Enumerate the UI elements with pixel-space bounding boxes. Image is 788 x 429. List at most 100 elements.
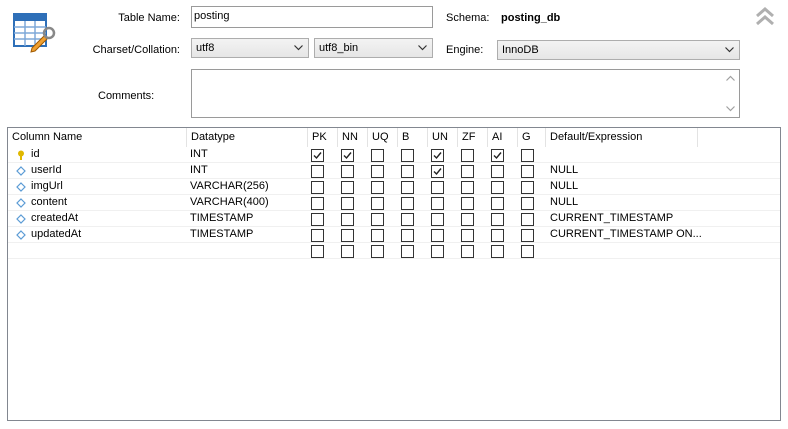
flag-checkbox-ai[interactable] xyxy=(491,245,504,258)
flag-checkbox-uq[interactable] xyxy=(371,165,384,178)
scroll-down-icon[interactable] xyxy=(726,106,735,112)
flag-checkbox-uq[interactable] xyxy=(371,181,384,194)
column-header[interactable]: Datatype xyxy=(187,128,308,147)
column-name-cell[interactable]: content xyxy=(31,195,67,211)
flag-checkbox-pk[interactable] xyxy=(311,229,324,242)
flag-checkbox-un[interactable] xyxy=(431,181,444,194)
column-name-cell[interactable]: imgUrl xyxy=(31,179,63,195)
flag-checkbox-un[interactable] xyxy=(431,229,444,242)
column-header[interactable]: G xyxy=(518,128,546,147)
flag-checkbox-zf[interactable] xyxy=(461,197,474,210)
flag-checkbox-un[interactable] xyxy=(431,213,444,226)
flag-checkbox-uq[interactable] xyxy=(371,149,384,162)
flag-checkbox-zf[interactable] xyxy=(461,165,474,178)
flag-checkbox-g[interactable] xyxy=(521,213,534,226)
column-header[interactable]: NN xyxy=(338,128,368,147)
collapse-panel-icon[interactable] xyxy=(754,6,776,28)
flag-checkbox-ai[interactable] xyxy=(491,181,504,194)
datatype-cell[interactable]: INT xyxy=(190,147,208,163)
datatype-cell[interactable]: VARCHAR(400) xyxy=(190,195,269,211)
flag-checkbox-g[interactable] xyxy=(521,149,534,162)
table-name-input[interactable]: posting xyxy=(191,6,433,28)
engine-select[interactable]: InnoDB xyxy=(497,40,740,60)
comments-textarea[interactable] xyxy=(191,69,740,118)
default-expression-cell[interactable]: CURRENT_TIMESTAMP ON... xyxy=(550,227,702,243)
flag-checkbox-uq[interactable] xyxy=(371,229,384,242)
flag-checkbox-ai[interactable] xyxy=(491,149,504,162)
flag-checkbox-nn[interactable] xyxy=(341,165,354,178)
table-row[interactable]: imgUrl VARCHAR(256) NULL xyxy=(8,179,780,195)
columns-grid[interactable]: Column Name Datatype PK NN UQ B UN ZF AI G Default… xyxy=(7,127,781,421)
column-header[interactable]: AI xyxy=(488,128,518,147)
flag-checkbox-nn[interactable] xyxy=(341,213,354,226)
flag-checkbox-zf[interactable] xyxy=(461,213,474,226)
flag-checkbox-uq[interactable] xyxy=(371,245,384,258)
flag-checkbox-b[interactable] xyxy=(401,165,414,178)
flag-checkbox-un[interactable] xyxy=(431,165,444,178)
column-header[interactable]: UQ xyxy=(368,128,398,147)
column-name-cell[interactable]: createdAt xyxy=(31,211,78,227)
flag-checkbox-un[interactable] xyxy=(431,149,444,162)
flag-checkbox-g[interactable] xyxy=(521,165,534,178)
column-name-cell[interactable]: updatedAt xyxy=(31,227,81,243)
datatype-cell[interactable]: INT xyxy=(190,163,208,179)
flag-checkbox-uq[interactable] xyxy=(371,213,384,226)
flag-checkbox-un[interactable] xyxy=(431,245,444,258)
flag-checkbox-nn[interactable] xyxy=(341,229,354,242)
flag-checkbox-nn[interactable] xyxy=(341,149,354,162)
table-row[interactable] xyxy=(8,243,780,259)
table-row[interactable]: updatedAt TIMESTAMP CURRENT_TIMESTAMP ON..… xyxy=(8,227,780,243)
flag-checkbox-zf[interactable] xyxy=(461,181,474,194)
flag-checkbox-pk[interactable] xyxy=(311,165,324,178)
column-header[interactable]: Default/Expression xyxy=(546,128,698,147)
flag-checkbox-pk[interactable] xyxy=(311,181,324,194)
column-name-cell[interactable]: userId xyxy=(31,163,62,179)
comments-scrollbar[interactable] xyxy=(722,70,739,117)
flag-checkbox-ai[interactable] xyxy=(491,165,504,178)
flag-checkbox-b[interactable] xyxy=(401,213,414,226)
datatype-cell[interactable]: TIMESTAMP xyxy=(190,211,253,227)
flag-checkbox-b[interactable] xyxy=(401,181,414,194)
flag-checkbox-zf[interactable] xyxy=(461,229,474,242)
flag-checkbox-ai[interactable] xyxy=(491,197,504,210)
column-header[interactable]: UN xyxy=(428,128,458,147)
flag-checkbox-b[interactable] xyxy=(401,197,414,210)
flag-checkbox-pk[interactable] xyxy=(311,149,324,162)
flag-checkbox-zf[interactable] xyxy=(461,149,474,162)
flag-checkbox-b[interactable] xyxy=(401,245,414,258)
flag-checkbox-pk[interactable] xyxy=(311,213,324,226)
datatype-cell[interactable]: VARCHAR(256) xyxy=(190,179,269,195)
default-expression-cell[interactable]: NULL xyxy=(550,163,578,179)
flag-checkbox-b[interactable] xyxy=(401,229,414,242)
flag-checkbox-un[interactable] xyxy=(431,197,444,210)
collation-select[interactable]: utf8_bin xyxy=(314,38,433,58)
flag-checkbox-uq[interactable] xyxy=(371,197,384,210)
column-header[interactable]: PK xyxy=(308,128,338,147)
flag-checkbox-nn[interactable] xyxy=(341,181,354,194)
flag-checkbox-nn[interactable] xyxy=(341,245,354,258)
flag-checkbox-g[interactable] xyxy=(521,229,534,242)
flag-checkbox-g[interactable] xyxy=(521,197,534,210)
flag-checkbox-pk[interactable] xyxy=(311,197,324,210)
default-expression-cell[interactable]: CURRENT_TIMESTAMP xyxy=(550,211,673,227)
default-expression-cell[interactable]: NULL xyxy=(550,179,578,195)
flag-checkbox-ai[interactable] xyxy=(491,229,504,242)
scroll-up-icon[interactable] xyxy=(726,75,735,81)
flag-checkbox-ai[interactable] xyxy=(491,213,504,226)
flag-checkbox-pk[interactable] xyxy=(311,245,324,258)
datatype-cell[interactable]: TIMESTAMP xyxy=(190,227,253,243)
column-header[interactable]: ZF xyxy=(458,128,488,147)
column-name-cell[interactable]: id xyxy=(31,147,40,163)
flag-checkbox-nn[interactable] xyxy=(341,197,354,210)
column-header[interactable]: B xyxy=(398,128,428,147)
flag-checkbox-b[interactable] xyxy=(401,149,414,162)
charset-select[interactable]: utf8 xyxy=(191,38,309,58)
default-expression-cell[interactable]: NULL xyxy=(550,195,578,211)
table-row[interactable]: content VARCHAR(400) NULL xyxy=(8,195,780,211)
table-row[interactable]: id INT xyxy=(8,147,780,163)
flag-checkbox-zf[interactable] xyxy=(461,245,474,258)
column-header[interactable]: Column Name xyxy=(8,128,187,147)
flag-checkbox-g[interactable] xyxy=(521,245,534,258)
flag-checkbox-g[interactable] xyxy=(521,181,534,194)
table-row[interactable]: createdAt TIMESTAMP CURRENT_TIMESTAMP xyxy=(8,211,780,227)
